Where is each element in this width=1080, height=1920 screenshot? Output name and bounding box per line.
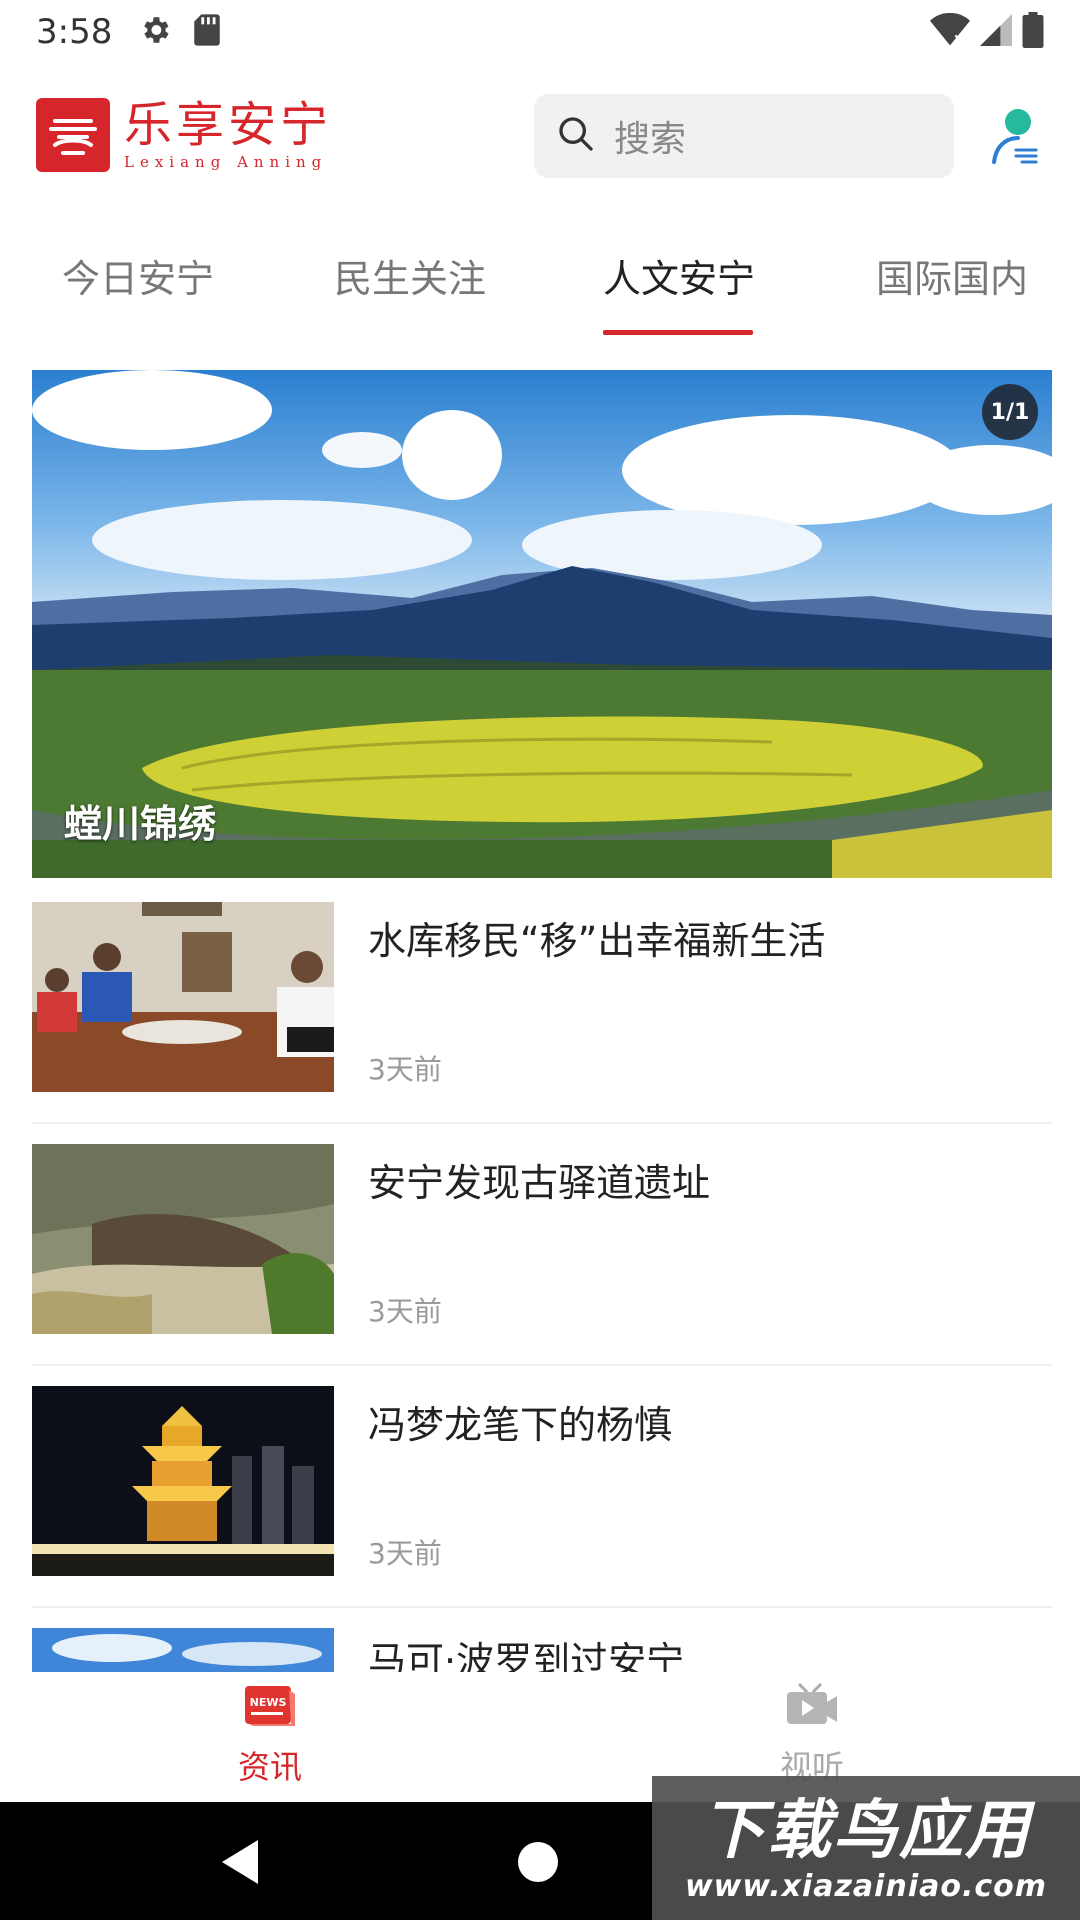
hero-page-counter: 1/1 bbox=[982, 384, 1038, 440]
user-icon bbox=[990, 109, 1040, 168]
news-thumbnail bbox=[32, 1628, 334, 1672]
news-list-item[interactable]: 水库移民“移”出幸福新生活 3天前 bbox=[32, 902, 1052, 1144]
watermark: 下载鸟应用 www.xiazainiao.com bbox=[652, 1776, 1080, 1920]
news-time: 3天前 bbox=[368, 1053, 442, 1086]
nav-news-label: 资讯 bbox=[237, 1748, 302, 1786]
news-list-item[interactable]: 冯梦龙笔下的杨慎 3天前 bbox=[32, 1386, 1052, 1628]
news-time: 3天前 bbox=[368, 1537, 442, 1570]
news-thumbnail bbox=[32, 902, 334, 1092]
nav-news[interactable]: NEWS 资讯 bbox=[170, 1682, 370, 1788]
tab-international-domestic[interactable]: 国际国内 bbox=[876, 248, 1028, 303]
nav-video[interactable]: 视听 bbox=[712, 1682, 912, 1788]
news-title: 马可·波罗到过安宁 bbox=[368, 1639, 685, 1672]
sd-card-icon bbox=[194, 13, 221, 51]
divider bbox=[32, 1364, 1052, 1366]
settings-icon bbox=[138, 13, 172, 51]
tab-today-anning[interactable]: 今日安宁 bbox=[62, 248, 214, 303]
status-right-icons bbox=[930, 12, 1044, 52]
search-icon bbox=[556, 114, 596, 158]
news-icon: NEWS bbox=[243, 1682, 297, 1734]
status-time: 3:58 bbox=[36, 12, 113, 52]
news-thumbnail bbox=[32, 1144, 334, 1334]
status-left-icons bbox=[138, 13, 221, 51]
logo-title: 乐享安宁 bbox=[124, 97, 333, 153]
watermark-title: 下载鸟应用 bbox=[701, 1793, 1031, 1868]
hero-caption: 螳川锦绣 bbox=[64, 802, 217, 846]
wifi-icon bbox=[930, 12, 970, 51]
battery-icon bbox=[1022, 12, 1044, 52]
home-button[interactable] bbox=[516, 1840, 560, 1888]
tab-livelihood[interactable]: 民生关注 bbox=[334, 248, 486, 303]
app-header: 乐享安宁 Lexiang Anning 搜索 bbox=[0, 80, 1080, 192]
video-icon bbox=[785, 1682, 839, 1734]
status-bar: 3:58 bbox=[0, 0, 1080, 64]
active-tab-indicator bbox=[603, 330, 753, 335]
hero-banner[interactable]: 1/1 螳川锦绣 bbox=[32, 370, 1052, 878]
news-time: 3天前 bbox=[368, 1295, 442, 1328]
search-placeholder: 搜索 bbox=[614, 119, 687, 160]
logo-subtitle: Lexiang Anning bbox=[124, 153, 328, 171]
divider bbox=[32, 1122, 1052, 1124]
app-logo: 乐享安宁 Lexiang Anning bbox=[36, 98, 332, 172]
search-input[interactable]: 搜索 bbox=[534, 94, 954, 178]
back-button[interactable] bbox=[218, 1838, 262, 1890]
signal-icon bbox=[980, 13, 1012, 51]
news-list-item[interactable]: 安宁发现古驿道遗址 3天前 bbox=[32, 1144, 1052, 1386]
user-profile-button[interactable] bbox=[990, 108, 1040, 164]
category-tabs: 今日安宁 民生关注 人文安宁 国际国内 bbox=[0, 228, 1080, 338]
tab-culture-anning[interactable]: 人文安宁 bbox=[603, 248, 755, 303]
news-title: 水库移民“移”出幸福新生活 bbox=[368, 919, 826, 963]
logo-mark-icon bbox=[36, 98, 110, 172]
news-title: 冯梦龙笔下的杨慎 bbox=[368, 1403, 673, 1447]
news-title: 安宁发现古驿道遗址 bbox=[368, 1161, 711, 1205]
svg-text:NEWS: NEWS bbox=[250, 1696, 287, 1709]
news-list-item[interactable]: 马可·波罗到过安宁 bbox=[32, 1628, 1052, 1672]
news-thumbnail bbox=[32, 1386, 334, 1576]
watermark-url: www.xiazainiao.com bbox=[684, 1868, 1048, 1904]
divider bbox=[32, 1606, 1052, 1608]
